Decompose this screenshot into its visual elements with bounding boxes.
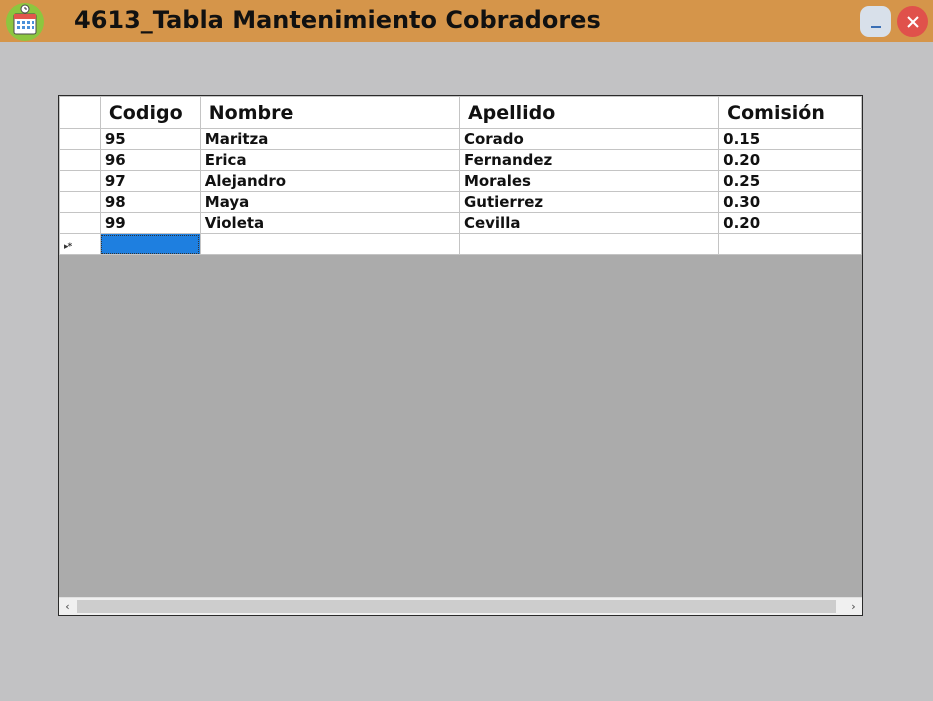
new-cell-comision[interactable]	[718, 233, 862, 255]
close-button[interactable]	[897, 6, 928, 37]
new-row-header[interactable]: ▸*	[59, 233, 101, 255]
cell-apellido[interactable]: Corado	[458, 128, 720, 150]
row-header[interactable]	[59, 191, 101, 213]
minimize-button[interactable]	[860, 6, 891, 37]
column-header-apellido[interactable]: Apellido	[458, 96, 720, 129]
window-title: 4613_Tabla Mantenimiento Cobradores	[74, 6, 601, 34]
cell-nombre[interactable]: Alejandro	[199, 170, 460, 192]
close-icon	[906, 15, 919, 28]
column-header-codigo[interactable]: Codigo	[99, 96, 201, 129]
scrollbar-thumb[interactable]	[77, 600, 836, 613]
chevron-right-icon: ›	[851, 600, 856, 613]
new-row[interactable]: ▸*	[59, 233, 862, 255]
cell-comision[interactable]: 0.20	[718, 212, 862, 234]
scroll-left-button[interactable]: ‹	[59, 598, 76, 615]
header-row: Codigo Nombre Apellido Comisión	[59, 96, 862, 129]
calendar-app-icon	[5, 2, 45, 42]
row-header[interactable]	[59, 128, 101, 150]
row-header[interactable]	[59, 170, 101, 192]
table-row[interactable]: 95 Maritza Corado 0.15	[59, 128, 862, 150]
cell-apellido[interactable]: Cevilla	[458, 212, 720, 234]
cell-nombre[interactable]: Erica	[199, 149, 460, 171]
new-cell-codigo-selected[interactable]	[99, 233, 201, 255]
cell-apellido[interactable]: Gutierrez	[458, 191, 720, 213]
cell-nombre[interactable]: Violeta	[199, 212, 460, 234]
cell-apellido[interactable]: Morales	[458, 170, 720, 192]
new-cell-apellido[interactable]	[458, 233, 720, 255]
cell-comision[interactable]: 0.25	[718, 170, 862, 192]
cell-codigo[interactable]: 96	[99, 149, 201, 171]
horizontal-scrollbar[interactable]: ‹ ›	[59, 597, 862, 615]
minimize-icon	[870, 25, 881, 28]
cell-comision[interactable]: 0.30	[718, 191, 862, 213]
cell-codigo[interactable]: 97	[99, 170, 201, 192]
cell-nombre[interactable]: Maritza	[199, 128, 460, 150]
cobradores-table: Codigo Nombre Apellido Comisión 95 Marit…	[59, 96, 862, 255]
cell-nombre[interactable]: Maya	[199, 191, 460, 213]
cell-apellido[interactable]: Fernandez	[458, 149, 720, 171]
new-cell-nombre[interactable]	[199, 233, 460, 255]
data-grid[interactable]: Codigo Nombre Apellido Comisión 95 Marit…	[58, 95, 863, 616]
cell-comision[interactable]: 0.20	[718, 149, 862, 171]
new-row-marker-icon: ▸*	[64, 242, 72, 252]
chevron-left-icon: ‹	[65, 600, 70, 613]
cell-comision[interactable]: 0.15	[718, 128, 862, 150]
scroll-right-button[interactable]: ›	[845, 598, 862, 615]
title-bar: 4613_Tabla Mantenimiento Cobradores	[0, 0, 933, 42]
column-header-comision[interactable]: Comisión	[718, 96, 862, 129]
cell-codigo[interactable]: 95	[99, 128, 201, 150]
cell-codigo[interactable]: 98	[99, 191, 201, 213]
row-header[interactable]	[59, 149, 101, 171]
table-row[interactable]: 98 Maya Gutierrez 0.30	[59, 191, 862, 213]
table-row[interactable]: 99 Violeta Cevilla 0.20	[59, 212, 862, 234]
row-header[interactable]	[59, 212, 101, 234]
table-row[interactable]: 97 Alejandro Morales 0.25	[59, 170, 862, 192]
row-header-corner[interactable]	[59, 96, 101, 129]
cell-codigo[interactable]: 99	[99, 212, 201, 234]
table-row[interactable]: 96 Erica Fernandez 0.20	[59, 149, 862, 171]
column-header-nombre[interactable]: Nombre	[199, 96, 460, 129]
